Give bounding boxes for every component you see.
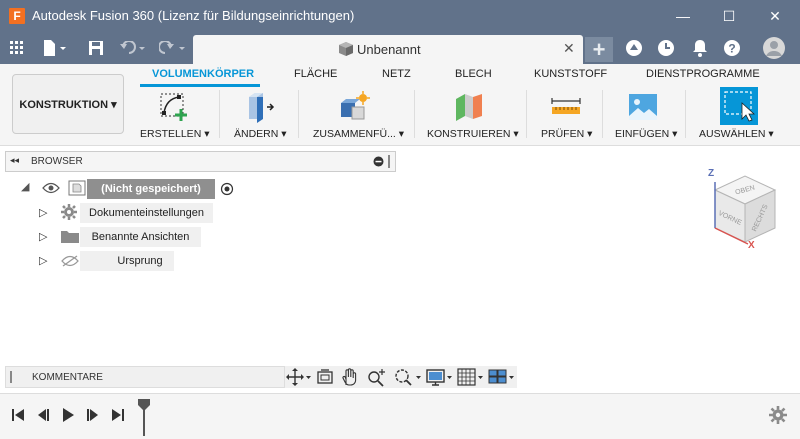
group-auswaehlen[interactable]: AUSWÄHLEN ▾ xyxy=(699,128,774,140)
timeline-marker-handle[interactable] xyxy=(137,398,151,436)
fit-zoom-icon[interactable] xyxy=(393,367,423,387)
undo-icon[interactable] xyxy=(118,39,150,57)
pan-hand-icon[interactable] xyxy=(341,367,359,387)
folder-icon xyxy=(61,231,79,243)
activate-radio-icon[interactable] xyxy=(220,182,234,196)
inspect-measure-icon[interactable] xyxy=(550,91,582,123)
timeline-bar xyxy=(0,393,800,439)
look-at-icon[interactable] xyxy=(316,367,334,387)
job-status-icon[interactable] xyxy=(624,39,644,57)
expand-triangle-icon[interactable]: ▷ xyxy=(39,254,47,267)
comments-resize-handle[interactable] xyxy=(10,371,12,383)
close-button[interactable]: ✕ xyxy=(752,0,798,32)
step-back-icon[interactable] xyxy=(35,407,51,423)
viewcube[interactable]: OBEN VORNE RECHTS Z X xyxy=(700,162,790,252)
create-sketch-icon[interactable] xyxy=(157,91,189,123)
data-panel-grid-icon[interactable] xyxy=(7,39,27,57)
group-zusammenfuegen[interactable]: ZUSAMMENFÜ... ▾ xyxy=(313,128,404,140)
play-icon[interactable] xyxy=(60,407,76,423)
window-title: Autodesk Fusion 360 (Lizenz für Bildungs… xyxy=(32,8,355,23)
file-menu-icon[interactable] xyxy=(40,39,70,57)
redo-icon[interactable] xyxy=(158,39,190,57)
go-to-end-icon[interactable] xyxy=(110,407,126,423)
orbit-move-icon[interactable] xyxy=(286,367,312,387)
tab-dienstprogramme[interactable]: DIENSTPROGRAMME xyxy=(646,68,760,80)
document-tab-label: Unbenannt xyxy=(357,42,421,57)
workspace-switcher-button[interactable]: KONSTRUKTION ▾ xyxy=(12,74,124,134)
title-bar: F Autodesk Fusion 360 (Lizenz für Bildun… xyxy=(0,0,800,32)
root-component-icon xyxy=(68,180,86,196)
tab-blech[interactable]: BLECH xyxy=(455,68,492,80)
browser-resize-handle[interactable] xyxy=(388,155,390,168)
ribbon-separator xyxy=(414,90,415,138)
construct-plane-icon[interactable] xyxy=(453,91,485,123)
visibility-eye-icon[interactable] xyxy=(42,182,60,194)
hidden-eye-icon[interactable] xyxy=(61,255,79,267)
ribbon-separator xyxy=(685,90,686,138)
user-avatar-icon[interactable] xyxy=(762,37,786,59)
settings-gear-icon xyxy=(61,204,77,220)
collapse-browser-icon[interactable]: ◂◂ xyxy=(10,155,19,166)
group-einfuegen[interactable]: EINFÜGEN ▾ xyxy=(615,128,677,140)
z-axis-label: Z xyxy=(708,168,714,179)
active-tab-underline xyxy=(140,84,260,87)
step-forward-icon[interactable] xyxy=(85,407,101,423)
ribbon-separator xyxy=(298,90,299,138)
collapse-triangle-icon[interactable]: ◢ xyxy=(21,180,29,193)
ribbon-separator xyxy=(219,90,220,138)
browser-minus-icon[interactable] xyxy=(373,156,384,167)
comments-title: KOMMENTARE xyxy=(32,372,103,383)
ribbon-toolbar: KONSTRUKTION ▾ VOLUMENKÖRPER FLÄCHE NETZ… xyxy=(0,64,800,146)
group-aendern[interactable]: ÄNDERN ▾ xyxy=(234,128,287,140)
notifications-bell-icon[interactable] xyxy=(690,39,710,57)
group-erstellen[interactable]: ERSTELLEN ▾ xyxy=(140,128,209,140)
tree-item-document-settings[interactable]: Dokumenteinstellungen xyxy=(80,203,213,223)
timeline-settings-gear-icon[interactable] xyxy=(769,406,787,424)
document-tab-close-button[interactable]: ✕ xyxy=(563,40,575,57)
minimize-button[interactable]: — xyxy=(660,0,706,32)
tree-item-named-views[interactable]: Benannte Ansichten xyxy=(80,227,201,247)
browser-title: BROWSER xyxy=(31,156,83,167)
expand-triangle-icon[interactable]: ▷ xyxy=(39,206,47,219)
component-cube-icon xyxy=(339,42,353,56)
tab-netz[interactable]: NETZ xyxy=(382,68,411,80)
insert-image-icon[interactable] xyxy=(627,91,659,123)
zoom-icon[interactable] xyxy=(366,367,386,387)
group-pruefen[interactable]: PRÜFEN ▾ xyxy=(541,128,592,140)
go-to-start-icon[interactable] xyxy=(10,407,26,423)
browser-panel-header: ◂◂ BROWSER xyxy=(5,151,396,172)
assemble-joint-icon[interactable] xyxy=(338,91,370,123)
viewports-icon[interactable] xyxy=(488,367,516,387)
maximize-button[interactable]: ☐ xyxy=(706,0,752,32)
history-clock-icon[interactable] xyxy=(656,39,676,57)
group-konstruieren[interactable]: KONSTRUIEREN ▾ xyxy=(427,128,519,140)
select-arrow-icon[interactable] xyxy=(720,87,758,125)
new-tab-plus-icon[interactable]: + xyxy=(585,37,613,62)
help-icon[interactable]: ? xyxy=(722,39,742,57)
tab-kunststoff[interactable]: KUNSTSTOFF xyxy=(534,68,607,80)
tab-volumenkoerper[interactable]: VOLUMENKÖRPER xyxy=(152,68,254,80)
ribbon-separator xyxy=(602,90,603,138)
tree-item-origin[interactable]: Ursprung xyxy=(80,251,174,271)
expand-triangle-icon[interactable]: ▷ xyxy=(39,230,47,243)
display-settings-icon[interactable] xyxy=(426,367,454,387)
modify-press-pull-icon[interactable] xyxy=(243,91,275,123)
svg-text:?: ? xyxy=(728,42,735,56)
grid-snap-icon[interactable] xyxy=(457,367,485,387)
fusion-logo-icon: F xyxy=(9,8,25,24)
root-component-label[interactable]: (Nicht gespeichert) xyxy=(87,179,215,199)
comments-panel[interactable]: KOMMENTARE xyxy=(5,366,285,388)
x-axis-label: X xyxy=(748,240,755,251)
save-icon[interactable] xyxy=(86,39,106,57)
ribbon-separator xyxy=(526,90,527,138)
document-tab[interactable]: Unbenannt ✕ xyxy=(193,35,583,64)
tab-flaeche[interactable]: FLÄCHE xyxy=(294,68,337,80)
